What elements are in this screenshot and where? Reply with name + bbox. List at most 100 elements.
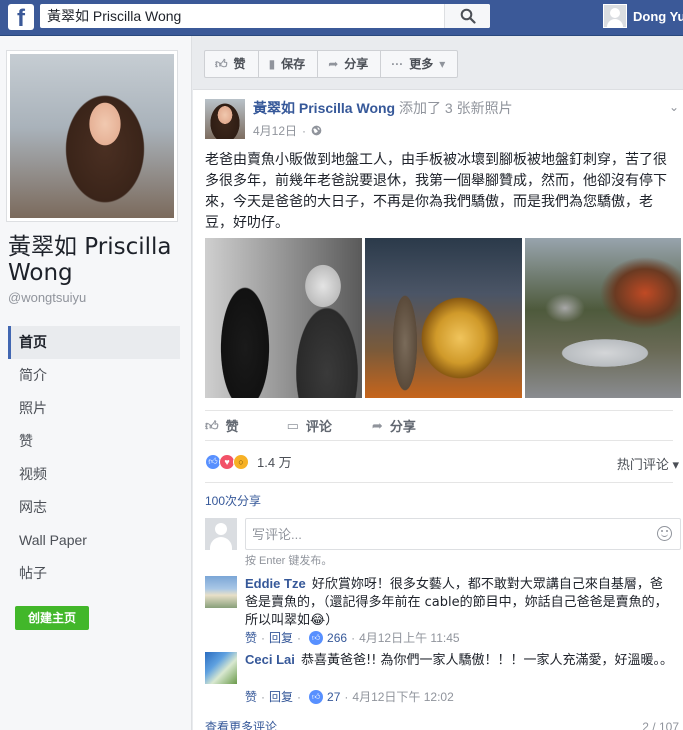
search-input[interactable]	[40, 4, 444, 28]
photo-2[interactable]	[365, 238, 522, 398]
user-avatar	[603, 4, 627, 28]
save-page-label: 保存	[281, 57, 306, 71]
nav-item-likes[interactable]: 赞	[8, 425, 180, 458]
comment-timestamp[interactable]: 4月12日上午 11:45	[359, 629, 460, 646]
comment-text: 恭喜黃爸爸!! 為你們一家人驕傲！！！一家人充滿愛，好溫暖。。	[301, 653, 674, 668]
create-page-button[interactable]: 创建主页	[15, 606, 89, 630]
comment-body: Eddie Tze 好欣賞妳呀！很多女藝人，都不敢對大眾講自己來自基層，爸爸是賣…	[245, 575, 675, 630]
enter-hint: 按 Enter 键发布。	[245, 555, 333, 567]
share-arrow-icon: ➦	[328, 57, 339, 71]
share-button[interactable]: ➦ 分享	[372, 416, 416, 435]
like-reaction-icon: 👍︎	[309, 630, 324, 645]
share-label: 分享	[389, 419, 416, 434]
separator-dot: ·	[344, 689, 349, 704]
thumbs-up-icon: 👍︎	[215, 57, 228, 71]
post-action-row: 👍︎ 赞 ▭ 评论 ➦ 分享	[205, 416, 416, 435]
like-page-button[interactable]: 👍︎ 赞	[204, 50, 259, 78]
photo-3[interactable]	[525, 238, 681, 398]
post-action-text: 添加了 3 张新照片	[399, 100, 513, 116]
share-page-button[interactable]: ➦ 分享	[318, 50, 382, 78]
separator-dot: ·	[261, 689, 266, 704]
emoji-icon[interactable]	[657, 526, 672, 541]
comment-reply-link[interactable]: 回复	[269, 688, 293, 705]
separator-dot: ·	[302, 123, 307, 138]
comment-page-count: 2 / 107	[642, 720, 679, 730]
like-reaction-icon: 👍︎	[309, 689, 324, 704]
nav-item-home[interactable]: 首页	[8, 326, 180, 359]
comment-like-count[interactable]: 266	[327, 631, 347, 645]
post-text: 老爸由賣魚小販做到地盤工人，由手板被冰壞到腳板被地盤釘刺穿，苦了很多很多年，前幾…	[205, 152, 667, 231]
separator-dot: ·	[297, 630, 302, 645]
nav-item-notes[interactable]: 网志	[8, 491, 180, 524]
comment-label: 评论	[305, 419, 332, 434]
comment-like-count[interactable]: 27	[327, 690, 340, 704]
search-icon	[460, 8, 476, 24]
divider	[205, 440, 673, 441]
comment-actions: 赞 · 回复 · 👍︎ 27 · 4月12日下午 12:02	[245, 688, 454, 705]
like-label: 赞	[225, 419, 239, 434]
share-page-label: 分享	[344, 57, 369, 71]
top-comments-dropdown[interactable]: 热门评论 ▾	[617, 454, 679, 473]
post-date[interactable]: 4月12日	[253, 122, 297, 139]
page-handle[interactable]: @wongtsuiyu	[8, 290, 86, 305]
search-button[interactable]	[444, 4, 490, 28]
nav-item-posts[interactable]: 帖子	[8, 557, 180, 590]
bookmark-icon: ▮	[268, 57, 276, 71]
comment-reply-link[interactable]: 回复	[269, 629, 293, 646]
comment-author-avatar[interactable]	[205, 652, 237, 684]
nav-item-videos[interactable]: 视频	[8, 458, 180, 491]
share-count-link[interactable]: 100次分享	[205, 492, 261, 509]
comment-button[interactable]: ▭ 评论	[287, 416, 332, 435]
photo-grid	[205, 238, 681, 398]
post-author-avatar[interactable]	[205, 99, 245, 139]
wow-reaction-icon: ○	[233, 453, 249, 470]
comment-actions: 赞 · 回复 · 👍︎ 266 · 4月12日上午 11:45	[245, 629, 460, 646]
photo-1[interactable]	[205, 238, 362, 398]
separator-dot: ·	[297, 689, 302, 704]
nav-item-about[interactable]: 简介	[8, 359, 180, 392]
comment-timestamp[interactable]: 4月12日下午 12:02	[352, 688, 453, 705]
save-page-button[interactable]: ▮ 保存	[258, 50, 319, 78]
page-action-bar: 👍︎ 赞 ▮ 保存 ➦ 分享 ··· 更多 ▾	[204, 50, 459, 78]
more-label: 更多	[409, 57, 434, 71]
dots-icon: ···	[391, 57, 404, 71]
commenter-avatar	[205, 518, 237, 550]
thumbs-up-icon: 👍︎	[205, 417, 219, 433]
reaction-count: 1.4 万	[257, 455, 292, 470]
comment-body: Ceci Lai 恭喜黃爸爸!! 為你們一家人驕傲！！！一家人充滿愛，好溫暖。。	[245, 651, 675, 670]
nav-item-wall-paper[interactable]: Wall Paper	[8, 524, 180, 557]
comment-author-avatar[interactable]	[205, 576, 237, 608]
comment-author[interactable]: Ceci Lai	[245, 652, 295, 667]
separator-dot: ·	[261, 630, 266, 645]
divider	[205, 410, 673, 411]
search-box	[40, 4, 490, 28]
facebook-logo-icon[interactable]: f	[8, 4, 34, 30]
like-button[interactable]: 👍︎ 赞	[205, 416, 239, 435]
comment: Eddie Tze 好欣賞妳呀！很多女藝人，都不敢對大眾講自己來自基層，爸爸是賣…	[205, 576, 673, 646]
comment-like-link[interactable]: 赞	[245, 688, 257, 705]
separator-dot: ·	[351, 630, 356, 645]
comment-like-link[interactable]: 赞	[245, 629, 257, 646]
post-options-chevron-icon[interactable]: ⌄	[669, 100, 679, 114]
page-nav: 首页 简介 照片 赞 视频 网志 Wall Paper 帖子	[8, 326, 180, 590]
nav-item-photos[interactable]: 照片	[8, 392, 180, 425]
user-name: Dong Yu	[633, 9, 683, 24]
reaction-summary[interactable]: 👍︎ ♥ ○ 1.4 万	[205, 452, 292, 471]
top-comments-label: 热门评论	[616, 457, 669, 472]
page-sidebar: 黃翠如 Priscilla Wong @wongtsuiyu 首页 简介 照片 …	[0, 36, 192, 730]
comment-input[interactable]	[245, 518, 681, 550]
globe-icon[interactable]	[311, 125, 322, 136]
share-arrow-icon: ➦	[371, 417, 383, 433]
top-navigation-bar: f Dong Yu	[0, 0, 683, 36]
view-more-comments-link[interactable]: 查看更多评论	[205, 718, 277, 730]
comment-icon: ▭	[286, 417, 299, 433]
comment: Ceci Lai 恭喜黃爸爸!! 為你們一家人驕傲！！！一家人充滿愛，好溫暖。。…	[205, 652, 673, 712]
post-author-link[interactable]: 黃翠如 Priscilla Wong	[253, 100, 395, 116]
profile-picture[interactable]	[6, 50, 178, 222]
user-profile-link[interactable]: Dong Yu	[603, 4, 683, 30]
caret-down-icon: ▾	[672, 457, 679, 472]
comment-composer	[205, 518, 681, 552]
comment-text: 好欣賞妳呀！很多女藝人，都不敢對大眾講自己來自基層，爸爸是賣魚的，（還記得多年前…	[245, 577, 668, 628]
comment-author[interactable]: Eddie Tze	[245, 576, 306, 591]
more-button[interactable]: ··· 更多 ▾	[381, 50, 459, 78]
